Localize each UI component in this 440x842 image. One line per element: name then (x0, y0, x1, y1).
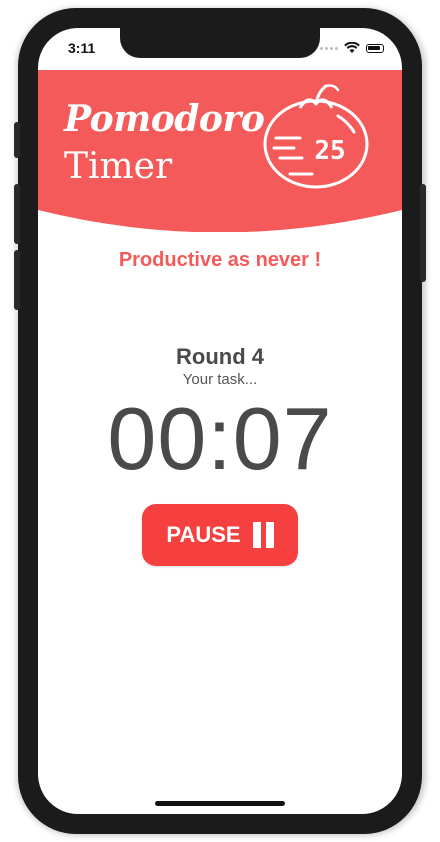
round-label: Round 4 (176, 344, 264, 369)
countdown-timer: 00:07 (107, 389, 333, 488)
app-title: Pomodoro (64, 98, 265, 140)
device-frame: 3:11 Pomodoro Timer 25 Productive as nev… (0, 0, 440, 842)
logo-number: 25 (314, 136, 345, 166)
notch (120, 28, 320, 58)
wifi-icon (344, 42, 360, 53)
app-subtitle: Timer (64, 146, 173, 187)
pause-button[interactable]: PAUSE (142, 504, 298, 566)
task-text[interactable]: Your task... (38, 371, 402, 388)
status-time: 3:11 (68, 40, 96, 56)
mute-switch (14, 122, 20, 158)
app-screen: 3:11 Pomodoro Timer 25 Productive as nev… (38, 28, 402, 814)
home-indicator[interactable] (155, 801, 285, 806)
battery-icon (366, 43, 384, 53)
pause-icon (252, 522, 274, 548)
power-button (420, 184, 426, 282)
volume-down-button (14, 250, 20, 310)
tagline: Productive as never ! (118, 249, 322, 271)
pause-button-label: PAUSE (166, 522, 241, 547)
volume-up-button (14, 184, 20, 244)
signal-icon (320, 46, 338, 50)
tomato-timer-logo-icon: 25 (263, 84, 369, 189)
status-icons (320, 42, 384, 54)
app-header: Pomodoro Timer 25 (38, 70, 402, 232)
